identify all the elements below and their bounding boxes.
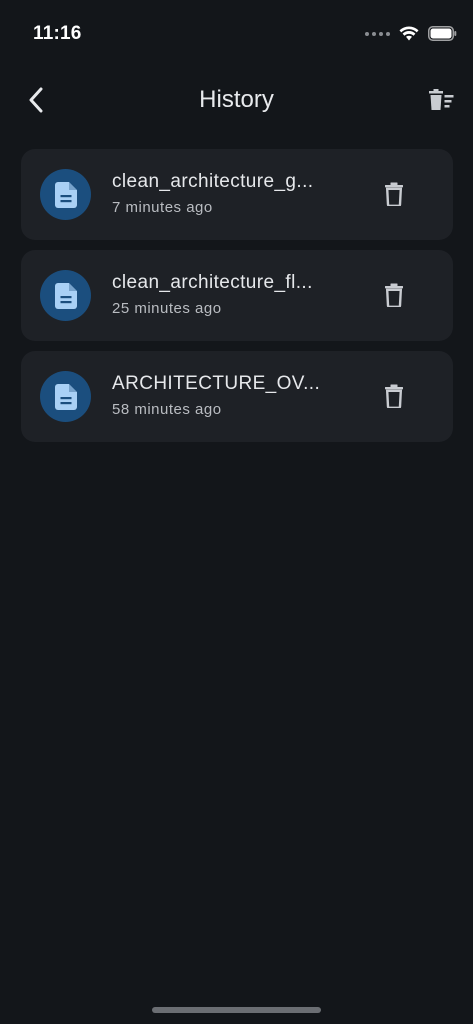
item-timestamp: 7 minutes ago <box>112 199 213 216</box>
app-header: History <box>0 70 473 130</box>
trash-icon <box>385 384 403 408</box>
document-icon <box>54 282 77 309</box>
status-icons <box>365 26 457 41</box>
history-item[interactable]: clean_architecture_g... 7 minutes ago <box>21 149 453 240</box>
delete-button[interactable] <box>376 176 412 212</box>
signal-dots-icon <box>365 31 390 36</box>
document-icon <box>54 383 77 410</box>
battery-icon <box>428 26 457 41</box>
item-text: clean_architecture_g... 7 minutes ago <box>112 171 352 216</box>
delete-button[interactable] <box>376 277 412 313</box>
trash-icon <box>385 182 403 206</box>
status-time: 11:16 <box>33 23 82 44</box>
history-item[interactable]: ARCHITECTURE_OV... 58 minutes ago <box>21 351 453 442</box>
item-timestamp: 58 minutes ago <box>112 401 222 418</box>
wifi-icon <box>399 26 419 41</box>
item-timestamp: 25 minutes ago <box>112 300 222 317</box>
item-file-name: clean_architecture_g... <box>112 171 314 192</box>
history-item[interactable]: clean_architecture_fl... 25 minutes ago <box>21 250 453 341</box>
history-screen: 11:16 History clean_architecture_g... 7 … <box>0 0 473 1024</box>
delete-button[interactable] <box>376 378 412 414</box>
item-text: ARCHITECTURE_OV... 58 minutes ago <box>112 373 352 418</box>
item-file-name: clean_architecture_fl... <box>112 272 313 293</box>
file-avatar <box>40 371 91 422</box>
home-indicator <box>152 1007 321 1013</box>
document-icon <box>54 181 77 208</box>
page-title: History <box>199 86 274 113</box>
item-file-name: ARCHITECTURE_OV... <box>112 373 321 394</box>
history-list: clean_architecture_g... 7 minutes ago cl… <box>21 149 453 452</box>
item-text: clean_architecture_fl... 25 minutes ago <box>112 272 352 317</box>
clear-all-button[interactable] <box>423 82 459 118</box>
clear-all-trash-icon <box>429 89 454 110</box>
status-bar: 11:16 <box>0 0 473 60</box>
file-avatar <box>40 169 91 220</box>
file-avatar <box>40 270 91 321</box>
trash-icon <box>385 283 403 307</box>
